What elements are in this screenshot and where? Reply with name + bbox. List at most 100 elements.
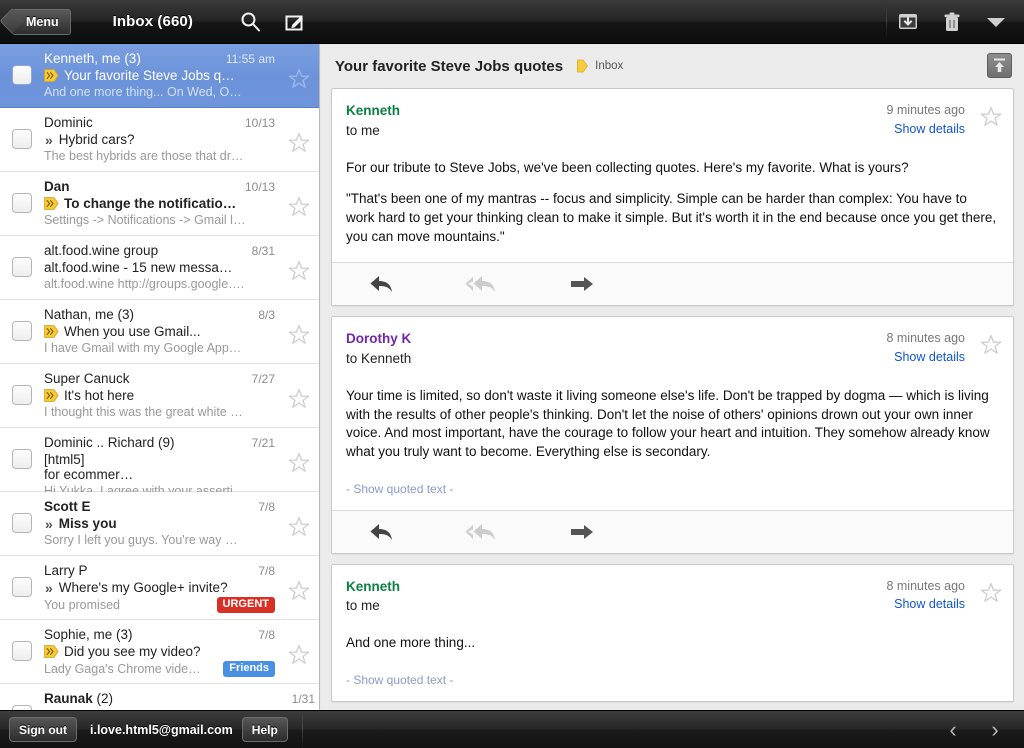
thread-checkbox[interactable] (0, 435, 44, 469)
thread-list-item[interactable]: Dominic .. Richard (9)7/21[html5] for ec… (0, 428, 319, 492)
message-paragraph: Your time is limited, so don't waste it … (346, 387, 999, 462)
message-recipient: to Kenneth (346, 349, 886, 369)
thread-content: Dan10/13To change the notificatio…Settin… (44, 179, 279, 227)
thread-star-button[interactable] (279, 627, 319, 667)
help-button[interactable]: Help (242, 717, 288, 742)
thread-checkbox[interactable] (0, 627, 44, 661)
compose-button[interactable] (273, 0, 317, 44)
message-list: Kennethto me9 minutes agoShow detailsFor… (321, 88, 1024, 702)
star-icon (287, 195, 311, 219)
thread-list-item[interactable]: Raunak (2)1/31 (0, 684, 319, 710)
move-up-button[interactable] (987, 53, 1012, 78)
show-quoted-text-link[interactable]: - Show quoted text - (332, 478, 1013, 510)
thread-date: 8/3 (258, 308, 275, 322)
thread-list-item[interactable]: Scott E7/8»Miss youSorry I left you guys… (0, 492, 319, 556)
forward-button[interactable] (532, 274, 632, 294)
show-details-link[interactable]: Show details (886, 120, 965, 139)
thread-list-item[interactable]: Dan10/13To change the notificatio…Settin… (0, 172, 319, 236)
menu-button-label: Menu (26, 15, 59, 29)
star-icon (287, 451, 311, 475)
thread-star-button[interactable] (279, 435, 319, 475)
thread-snippet-row: Settings -> Notifications -> Gmail l… (44, 213, 275, 227)
thread-star-button[interactable] (279, 179, 319, 219)
message-sender-block: Kennethto me (346, 101, 886, 141)
thread-checkbox[interactable] (0, 499, 44, 533)
thread-label-badge[interactable]: Friends (223, 661, 275, 677)
thread-checkbox[interactable] (0, 691, 44, 710)
thread-subject: alt.food.wine - 15 new messa… (44, 260, 275, 275)
more-menu-button[interactable] (974, 0, 1018, 44)
reply-button[interactable] (332, 521, 432, 543)
thread-star-button[interactable] (279, 563, 319, 603)
thread-subject-row: Your favorite Steve Jobs q… (44, 68, 275, 83)
reply-all-button[interactable] (432, 273, 532, 295)
message-star-button[interactable] (979, 581, 1003, 610)
thread-checkbox[interactable] (0, 51, 44, 85)
thread-list-item[interactable]: alt.food.wine group8/31alt.food.wine - 1… (0, 236, 319, 300)
thread-checkbox[interactable] (0, 243, 44, 277)
label-chip[interactable]: Inbox (577, 59, 623, 73)
thread-importance[interactable]: » (44, 581, 54, 595)
thread-subject-row: [html5] for ecommer… (44, 452, 275, 482)
thread-top-row: Raunak (2)1/31 (44, 691, 315, 706)
thread-list-item[interactable]: Nathan, me (3)8/3When you use Gmail...I … (0, 300, 319, 364)
thread-importance[interactable]: » (44, 517, 54, 531)
delete-button[interactable] (930, 0, 974, 44)
thread-subject-row: alt.food.wine - 15 new messa… (44, 260, 275, 275)
thread-content: Larry P7/8»Where's my Google+ invite?You… (44, 563, 279, 613)
thread-content: Nathan, me (3)8/3When you use Gmail...I … (44, 307, 279, 355)
message-star-button[interactable] (979, 105, 1003, 134)
thread-checkbox[interactable] (0, 371, 44, 405)
show-details-link[interactable]: Show details (886, 348, 965, 367)
thread-star-button[interactable] (279, 371, 319, 411)
thread-star-button[interactable] (279, 499, 319, 539)
thread-message-count: (3) (118, 307, 135, 322)
thread-subject: When you use Gmail... (64, 324, 275, 339)
thread-star-button[interactable] (279, 115, 319, 155)
archive-button[interactable] (886, 0, 930, 44)
message-star-button[interactable] (979, 333, 1003, 362)
thread-snippet: I have Gmail with my Google App… (44, 341, 275, 355)
reply-button[interactable] (332, 273, 432, 295)
thread-checkbox[interactable] (0, 307, 44, 341)
thread-subject: Your favorite Steve Jobs q… (64, 68, 275, 83)
thread-importance[interactable] (44, 645, 59, 658)
message-timestamp: 9 minutes ago (886, 101, 965, 120)
message-header: Kennethto me8 minutes agoShow details (332, 565, 1013, 627)
forward-button[interactable] (532, 522, 632, 542)
previous-button[interactable]: ‹ (932, 711, 974, 748)
thread-importance[interactable] (44, 69, 59, 82)
thread-importance[interactable] (44, 389, 59, 402)
thread-subject: It's hot here (64, 388, 275, 403)
thread-subject: Did you see my video? (64, 644, 275, 659)
thread-checkbox[interactable] (0, 115, 44, 149)
thread-list-item[interactable]: Sophie, me (3)7/8Did you see my video?La… (0, 620, 319, 684)
importance-marker-icon: » (44, 517, 54, 531)
show-details-link[interactable]: Show details (886, 595, 965, 614)
menu-button[interactable]: Menu (12, 9, 71, 35)
checkbox-box (12, 385, 32, 405)
thread-list[interactable]: Kenneth, me (3)11:55 amYour favorite Ste… (0, 44, 320, 710)
thread-importance[interactable] (44, 197, 59, 210)
thread-checkbox[interactable] (0, 179, 44, 213)
search-button[interactable] (229, 0, 273, 44)
thread-importance[interactable]: » (44, 133, 54, 147)
next-button[interactable]: › (974, 711, 1016, 748)
message-timestamp: 8 minutes ago (886, 329, 965, 348)
thread-list-item[interactable]: Super Canuck7/27It's hot hereI thought t… (0, 364, 319, 428)
thread-list-item[interactable]: Larry P7/8»Where's my Google+ invite?You… (0, 556, 319, 620)
sign-out-button[interactable]: Sign out (9, 717, 77, 742)
show-quoted-text-link[interactable]: - Show quoted text - (332, 669, 1013, 701)
thread-sender: Scott E (44, 499, 250, 514)
thread-star-button[interactable] (279, 243, 319, 283)
thread-star-button[interactable] (279, 51, 319, 91)
thread-list-item[interactable]: Kenneth, me (3)11:55 amYour favorite Ste… (0, 44, 319, 108)
thread-label-badge[interactable]: URGENT (217, 597, 275, 613)
reply-all-button[interactable] (432, 521, 532, 543)
thread-checkbox[interactable] (0, 563, 44, 597)
thread-star-button[interactable] (279, 307, 319, 347)
thread-message-count: (2) (97, 691, 114, 706)
thread-list-item[interactable]: Dominic10/13»Hybrid cars?The best hybrid… (0, 108, 319, 172)
thread-snippet-row: Sorry I left you guys. You're way … (44, 533, 275, 547)
thread-importance[interactable] (44, 325, 59, 338)
